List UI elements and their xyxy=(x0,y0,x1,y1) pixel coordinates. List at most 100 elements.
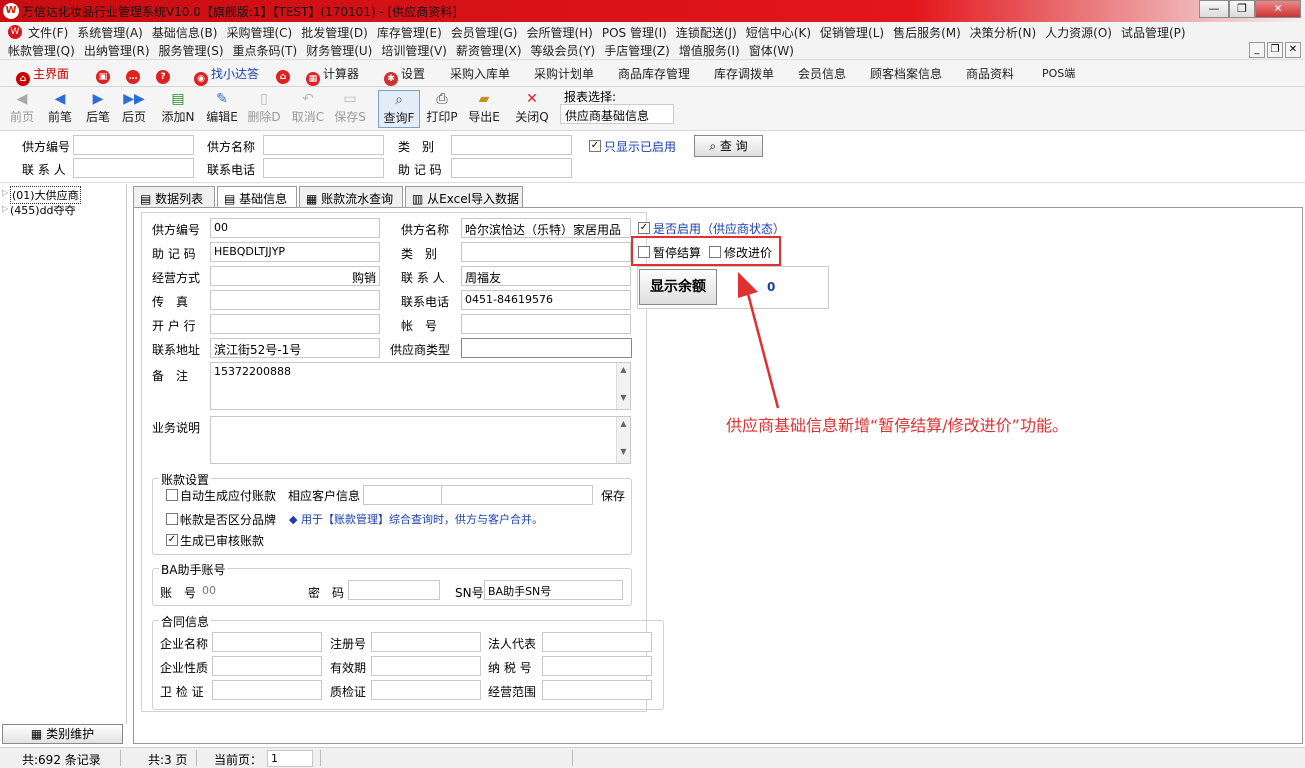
link-pos[interactable]: POS端 xyxy=(1042,65,1075,81)
link-purchase-plan[interactable]: 采购计划单 xyxy=(534,65,594,82)
contact-field[interactable]: 周福友 xyxy=(461,266,631,286)
prev-record-button[interactable]: ◀ 前笔 xyxy=(42,90,78,128)
pause-settlement-checkbox[interactable] xyxy=(638,246,650,258)
business-desc-scrollbar[interactable]: ▲ ▼ xyxy=(616,417,630,463)
menu-aftersale[interactable]: 售后服务(M) xyxy=(893,24,961,41)
memo-code-field[interactable]: HEBQDLTJJYP xyxy=(210,242,380,262)
only-enabled-checkbox[interactable]: ✓ xyxy=(589,140,601,152)
lock-button[interactable]: ▣ xyxy=(96,65,113,84)
account-field[interactable] xyxy=(461,314,631,334)
menu-barcode[interactable]: 重点条码(T) xyxy=(233,42,298,59)
expand-icon[interactable]: ▷ xyxy=(2,188,8,197)
menu-wholesale[interactable]: 批发管理(D) xyxy=(301,24,368,41)
customer-save-label[interactable]: 保存 xyxy=(601,487,625,504)
restore-button[interactable]: ❐ xyxy=(1229,0,1255,18)
search-phone-input[interactable] xyxy=(263,158,384,178)
edit-button[interactable]: ✎ 编辑E xyxy=(204,90,240,128)
report-select[interactable]: 供应商基础信息 xyxy=(560,104,674,124)
phone-field[interactable]: 0451-84619576 xyxy=(461,290,631,310)
link-customer-files[interactable]: 顾客档案信息 xyxy=(870,65,942,82)
menu-file[interactable]: 文件(F) xyxy=(28,24,68,41)
mdi-minimize-button[interactable]: _ xyxy=(1249,42,1265,58)
house-button[interactable]: ⌂ xyxy=(276,65,293,84)
app-menu-icon[interactable]: W xyxy=(8,25,22,39)
menu-member[interactable]: 会员管理(G) xyxy=(451,24,518,41)
link-product[interactable]: 商品资料 xyxy=(966,65,1014,82)
tax-no-field[interactable] xyxy=(542,656,652,676)
supplier-type-select[interactable] xyxy=(461,338,632,358)
save-button[interactable]: ▭ 保存S xyxy=(332,90,368,128)
menu-window[interactable]: 窗体(W) xyxy=(749,42,794,59)
menu-basic-info[interactable]: 基础信息(B) xyxy=(152,24,218,41)
fax-field[interactable] xyxy=(210,290,380,310)
customer-name-field[interactable] xyxy=(441,485,593,505)
search-query-button[interactable]: ⌕ 查 询 xyxy=(694,135,763,157)
expand-icon[interactable]: ▷ xyxy=(2,204,8,213)
category-field[interactable] xyxy=(461,242,631,262)
business-desc-textarea[interactable] xyxy=(210,416,631,464)
tab-basic-info[interactable]: ▤ 基础信息 xyxy=(217,186,297,208)
menu-accounts[interactable]: 帐款管理(Q) xyxy=(8,42,75,59)
search-type-input[interactable] xyxy=(451,135,572,155)
customer-code-field[interactable] xyxy=(363,485,442,505)
menu-finance[interactable]: 财务管理(U) xyxy=(306,42,372,59)
reg-no-field[interactable] xyxy=(371,632,481,652)
tab-excel-import[interactable]: ▥ 从Excel导入数据 xyxy=(405,186,523,207)
close-button[interactable]: ✕ 关闭Q xyxy=(514,90,550,128)
business-mode-select[interactable]: 购销 xyxy=(210,266,380,286)
settings-button[interactable]: ✱ 设置 xyxy=(384,65,425,86)
address-field[interactable]: 滨江街52号-1号 xyxy=(210,338,380,358)
legal-rep-field[interactable] xyxy=(542,632,652,652)
menu-cashier[interactable]: 出纳管理(R) xyxy=(84,42,150,59)
bank-field[interactable] xyxy=(210,314,380,334)
supplier-code-field[interactable]: 00 xyxy=(210,218,380,238)
link-member-info[interactable]: 会员信息 xyxy=(798,65,846,82)
help-button[interactable]: ? xyxy=(156,65,173,84)
tree-node[interactable]: (455)dd夺夺 xyxy=(10,202,76,218)
export-button[interactable]: ▰ 导出E xyxy=(466,90,502,128)
next-record-button[interactable]: ▶ 后笔 xyxy=(80,90,116,128)
tab-account-flow[interactable]: ▦ 账款流水查询 xyxy=(299,186,403,207)
menu-analysis[interactable]: 决策分析(N) xyxy=(970,24,1036,41)
category-maintain-button[interactable]: ▦ 类别维护 xyxy=(2,724,123,744)
menu-pos[interactable]: POS 管理(I) xyxy=(602,24,667,41)
company-name-field[interactable] xyxy=(212,632,322,652)
menu-training[interactable]: 培训管理(V) xyxy=(381,42,447,59)
mdi-close-button[interactable]: ✕ xyxy=(1285,42,1301,58)
menu-chain[interactable]: 连锁配送(J) xyxy=(676,24,737,41)
finder-button[interactable]: ◉ 找小达答 xyxy=(194,65,259,86)
menu-club[interactable]: 会所管理(H) xyxy=(526,24,592,41)
link-stock[interactable]: 商品库存管理 xyxy=(618,65,690,82)
menu-system[interactable]: 系统管理(A) xyxy=(77,24,143,41)
show-balance-button[interactable]: 显示余额 xyxy=(639,269,717,305)
supplier-name-field[interactable]: 哈尔滨恰达（乐特）家居用品 xyxy=(461,218,631,238)
menu-promo[interactable]: 促销管理(L) xyxy=(820,24,884,41)
menu-level-member[interactable]: 等级会员(Y) xyxy=(531,42,596,59)
health-cert-field[interactable] xyxy=(212,680,322,700)
menu-purchase[interactable]: 采购管理(C) xyxy=(226,24,292,41)
delete-button[interactable]: ▯ 删除D xyxy=(246,90,282,128)
mdi-restore-button[interactable]: ❐ xyxy=(1267,42,1283,58)
current-page-input[interactable]: 1 xyxy=(267,750,313,767)
search-contact-input[interactable] xyxy=(73,158,194,178)
tab-data-list[interactable]: ▤ 数据列表 xyxy=(133,186,215,207)
remark-textarea[interactable]: 15372200888 xyxy=(210,362,631,410)
menu-sms[interactable]: 短信中心(K) xyxy=(746,24,811,41)
enabled-checkbox[interactable]: ✓ xyxy=(638,222,650,234)
menu-hr[interactable]: 人力资源(O) xyxy=(1045,24,1112,41)
calculator-button[interactable]: ▦ 计算器 xyxy=(306,65,359,86)
cancel-button[interactable]: ↶ 取消C xyxy=(290,90,326,128)
search-name-input[interactable] xyxy=(263,135,384,155)
menu-trial[interactable]: 试品管理(P) xyxy=(1121,24,1186,41)
print-button[interactable]: ⎙ 打印P xyxy=(424,90,460,128)
add-button[interactable]: ▤ 添加N xyxy=(160,90,196,128)
valid-period-field[interactable] xyxy=(371,656,481,676)
ba-sn-field[interactable]: BA助手SN号 xyxy=(484,580,623,600)
modify-price-checkbox[interactable] xyxy=(709,246,721,258)
query-button[interactable]: ⌕ 查询F xyxy=(378,90,420,128)
quality-cert-field[interactable] xyxy=(371,680,481,700)
audited-checkbox[interactable]: ✓ xyxy=(166,534,178,546)
message-button[interactable]: … xyxy=(126,65,143,84)
business-scope-field[interactable] xyxy=(542,680,652,700)
link-transfer[interactable]: 库存调拨单 xyxy=(714,65,774,82)
